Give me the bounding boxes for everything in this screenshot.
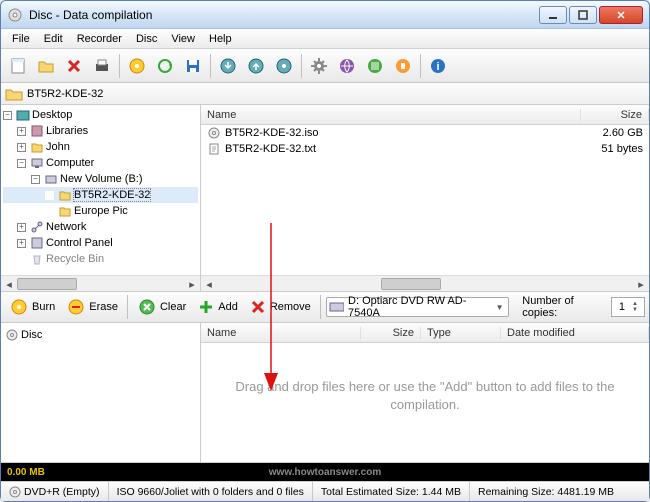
comp-col-size[interactable]: Size bbox=[361, 327, 421, 339]
refresh-icon[interactable] bbox=[152, 53, 178, 79]
col-size[interactable]: Size bbox=[581, 109, 649, 121]
folder-tree-pane: −Desktop +Libraries +John −Computer −New… bbox=[1, 105, 201, 291]
tree-newvol[interactable]: −New Volume (B:) bbox=[3, 171, 198, 187]
tree-europe[interactable]: Europe Pic bbox=[3, 203, 198, 219]
delete-icon[interactable] bbox=[61, 53, 87, 79]
open-icon[interactable] bbox=[33, 53, 59, 79]
disc-tree-pane[interactable]: Disc bbox=[1, 323, 201, 462]
disc-root[interactable]: Disc bbox=[5, 327, 196, 343]
info-icon[interactable] bbox=[271, 53, 297, 79]
text-file-icon bbox=[207, 142, 221, 156]
copies-spinner[interactable]: ▲▼ bbox=[611, 297, 645, 317]
main-toolbar: i bbox=[1, 49, 649, 83]
tree-hscroll[interactable]: ◂▸ bbox=[1, 275, 200, 291]
burn-icon[interactable] bbox=[124, 53, 150, 79]
load-icon[interactable] bbox=[215, 53, 241, 79]
compilation-toolbar: Burn Erase Clear Add Remove D: Optiarc D… bbox=[1, 291, 649, 323]
copies-input[interactable] bbox=[612, 301, 632, 313]
breadcrumb-icon bbox=[5, 86, 23, 102]
status-remain: Remaining Size: 4481.19 MB bbox=[470, 482, 649, 501]
add-button[interactable]: Add bbox=[193, 295, 242, 319]
disc-icon bbox=[207, 126, 221, 140]
globe-green-icon[interactable] bbox=[362, 53, 388, 79]
file-row[interactable]: BT5R2-KDE-32.txt 51 bytes bbox=[201, 141, 649, 157]
app-icon bbox=[7, 7, 23, 23]
comp-col-type[interactable]: Type bbox=[421, 327, 501, 339]
file-list-body[interactable]: BT5R2-KDE-32.iso 2.60 GB BT5R2-KDE-32.tx… bbox=[201, 125, 649, 275]
device-combo[interactable]: D: Optiarc DVD RW AD-7540A▼ bbox=[326, 297, 509, 317]
remove-button[interactable]: Remove bbox=[245, 295, 315, 319]
list-hscroll[interactable]: ◂▸ bbox=[201, 275, 649, 291]
window-title: Disc - Data compilation bbox=[29, 8, 539, 22]
tree-libraries[interactable]: +Libraries bbox=[3, 123, 198, 139]
tree-controlpanel[interactable]: +Control Panel bbox=[3, 235, 198, 251]
tree-recycle[interactable]: Recycle Bin bbox=[3, 251, 198, 267]
spin-down-icon[interactable]: ▼ bbox=[632, 307, 644, 313]
eject-icon[interactable] bbox=[243, 53, 269, 79]
tree-bt5r2[interactable]: BT5R2-KDE-32 bbox=[3, 187, 198, 203]
tree-network[interactable]: +Network bbox=[3, 219, 198, 235]
clear-button[interactable]: Clear bbox=[133, 295, 190, 319]
menu-file[interactable]: File bbox=[5, 31, 37, 47]
status-est: Total Estimated Size: 1.44 MB bbox=[313, 482, 470, 501]
hand-icon[interactable] bbox=[390, 53, 416, 79]
tree-john[interactable]: +John bbox=[3, 139, 198, 155]
titlebar: Disc - Data compilation bbox=[1, 1, 649, 29]
minimize-button[interactable] bbox=[539, 6, 567, 24]
copies-label: Number of copies: bbox=[522, 295, 608, 319]
status-fs: ISO 9660/Joliet with 0 folders and 0 fil… bbox=[109, 482, 313, 501]
close-button[interactable] bbox=[599, 6, 643, 24]
folder-tree[interactable]: −Desktop +Libraries +John −Computer −New… bbox=[1, 105, 200, 275]
erase-button[interactable]: Erase bbox=[62, 295, 122, 319]
menu-edit[interactable]: Edit bbox=[37, 31, 70, 47]
breadcrumb-path[interactable]: BT5R2-KDE-32 bbox=[27, 88, 103, 100]
help-icon[interactable]: i bbox=[425, 53, 451, 79]
menubar: File Edit Recorder Disc View Help bbox=[1, 29, 649, 49]
comp-col-date[interactable]: Date modified bbox=[501, 327, 649, 339]
maximize-button[interactable] bbox=[569, 6, 597, 24]
status-media: DVD+R (Empty) bbox=[1, 482, 109, 501]
compilation-list-pane[interactable]: Name Size Type Date modified Drag and dr… bbox=[201, 323, 649, 462]
comp-list-header: Name Size Type Date modified bbox=[201, 323, 649, 343]
breadcrumb-bar: BT5R2-KDE-32 bbox=[1, 83, 649, 105]
chevron-down-icon: ▼ bbox=[496, 303, 504, 312]
settings-icon[interactable] bbox=[306, 53, 332, 79]
status-bar: DVD+R (Empty) ISO 9660/Joliet with 0 fol… bbox=[1, 481, 649, 501]
comp-col-name[interactable]: Name bbox=[201, 327, 361, 339]
tree-desktop[interactable]: −Desktop bbox=[3, 107, 198, 123]
menu-recorder[interactable]: Recorder bbox=[70, 31, 129, 47]
file-list-header: Name Size bbox=[201, 105, 649, 125]
drop-message: Drag and drop files here or use the "Add… bbox=[201, 378, 649, 414]
new-icon[interactable] bbox=[5, 53, 31, 79]
tree-computer[interactable]: −Computer bbox=[3, 155, 198, 171]
burn-button[interactable]: Burn bbox=[5, 295, 59, 319]
svg-text:i: i bbox=[436, 61, 439, 73]
menu-view[interactable]: View bbox=[164, 31, 202, 47]
file-list-pane: Name Size BT5R2-KDE-32.iso 2.60 GB BT5R2… bbox=[201, 105, 649, 291]
globe-purple-icon[interactable] bbox=[334, 53, 360, 79]
watermark: www.howtoanswer.com bbox=[1, 467, 649, 478]
size-progress-bar: 0.00 MB www.howtoanswer.com bbox=[1, 463, 649, 481]
file-row[interactable]: BT5R2-KDE-32.iso 2.60 GB bbox=[201, 125, 649, 141]
save-icon[interactable] bbox=[180, 53, 206, 79]
menu-help[interactable]: Help bbox=[202, 31, 239, 47]
menu-disc[interactable]: Disc bbox=[129, 31, 164, 47]
print-icon[interactable] bbox=[89, 53, 115, 79]
col-name[interactable]: Name bbox=[201, 109, 581, 121]
